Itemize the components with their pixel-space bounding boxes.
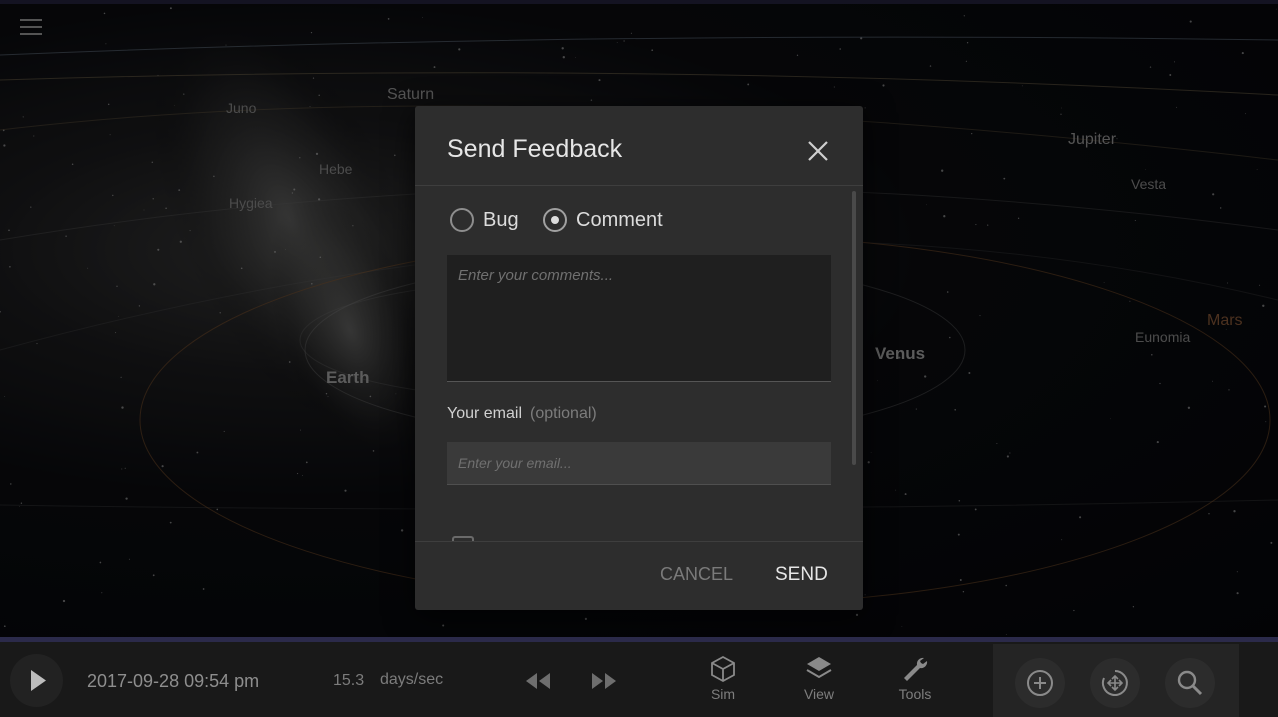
rewind-icon (526, 673, 550, 689)
cancel-button[interactable]: CANCEL (660, 564, 733, 585)
play-button[interactable] (10, 654, 63, 707)
cube-icon (711, 655, 735, 683)
email-label-text: Your email (447, 405, 523, 422)
navigation-group (993, 644, 1239, 717)
dialog-footer: CANCEL SEND (415, 541, 863, 611)
view-button[interactable]: View (789, 654, 849, 714)
dialog-title: Send Feedback (447, 135, 623, 163)
search-icon (1177, 670, 1203, 696)
time-rate-value[interactable]: 15.3 (333, 672, 364, 690)
send-button[interactable]: SEND (775, 564, 828, 586)
zoom-in-button[interactable] (1015, 658, 1065, 708)
email-input[interactable] (447, 442, 831, 485)
radio-comment-circle[interactable] (543, 208, 567, 232)
time-rate-unit[interactable]: days/sec (380, 671, 443, 689)
radio-bug-circle[interactable] (450, 208, 474, 232)
email-optional-hint: (optional) (530, 405, 597, 422)
close-icon[interactable] (806, 139, 830, 163)
bottom-toolbar: 2017-09-28 09:54 pm 15.3 days/sec Sim Vi… (0, 642, 1278, 717)
sim-label: Sim (710, 686, 736, 702)
dialog-header: Send Feedback (415, 106, 863, 186)
dialog-scrollbar[interactable] (852, 191, 856, 465)
rewind-button[interactable] (523, 666, 553, 696)
tools-label: Tools (898, 686, 932, 702)
fast-forward-button[interactable] (589, 666, 619, 696)
wrench-icon (904, 657, 928, 681)
view-label: View (803, 686, 835, 702)
search-button[interactable] (1165, 658, 1215, 708)
play-icon (31, 670, 46, 691)
dialog-body[interactable]: Bug Comment Your email (optional) (415, 186, 863, 541)
radio-bug[interactable]: Bug (450, 208, 519, 232)
email-label: Your email (optional) (447, 405, 597, 423)
radio-bug-label: Bug (483, 208, 519, 231)
radio-comment[interactable]: Comment (543, 208, 663, 232)
tools-button[interactable]: Tools (885, 654, 945, 714)
sim-button[interactable]: Sim (693, 654, 753, 714)
comments-textarea[interactable] (447, 255, 831, 382)
plus-circle-icon (1027, 670, 1053, 696)
orbit-control-button[interactable] (1090, 658, 1140, 708)
orbit-move-icon (1101, 670, 1128, 696)
sim-datetime[interactable]: 2017-09-28 09:54 pm (87, 671, 259, 692)
radio-comment-label: Comment (576, 208, 663, 231)
feedback-dialog: Send Feedback Bug Comment Your email (opt… (415, 106, 863, 610)
layers-icon (806, 657, 832, 679)
fast-forward-icon (592, 673, 616, 689)
